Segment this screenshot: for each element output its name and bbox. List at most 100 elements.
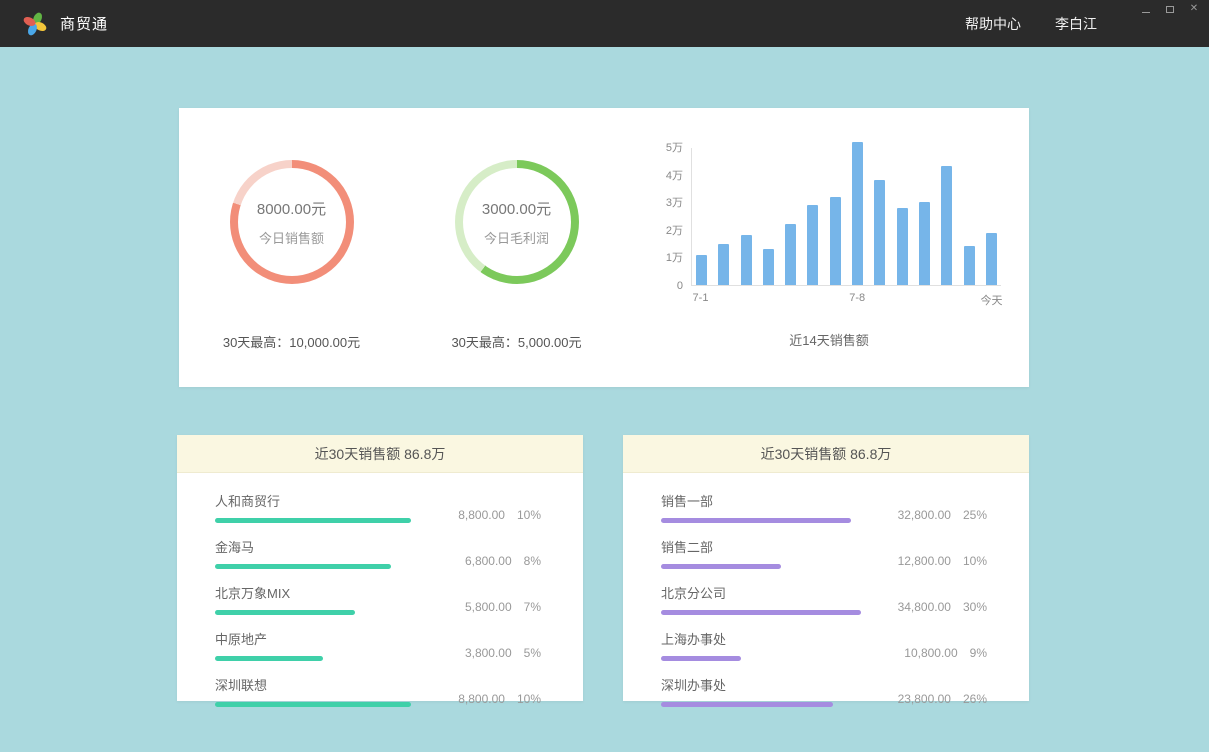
customers-card-body: 人和商贸行 8,800.00 10% 金海马 6,800.00 8% 北京万象MIX 5,80…	[177, 473, 583, 707]
list-item: 中原地产3,800.005%	[215, 629, 541, 661]
y-axis: 01万2万3万4万5万	[657, 148, 691, 286]
sales-trend-section: 01万2万3万4万5万 7-17-8今天 近14天销售额	[629, 108, 1029, 387]
y-tick-label: 5万	[666, 142, 683, 154]
item-amount: 8,800.00	[458, 508, 505, 522]
list-item: 深圳联想 8,800.00 10%	[215, 675, 541, 707]
chart-bar	[852, 142, 863, 286]
item-percent: 10%	[517, 692, 541, 706]
item-progress-bar	[215, 702, 411, 707]
minimize-icon[interactable]	[1139, 3, 1153, 15]
help-center-link[interactable]: 帮助中心	[965, 14, 1021, 34]
item-progress-track	[661, 702, 861, 707]
item-progress-track	[661, 564, 861, 569]
list-item: 人和商贸行 8,800.00 10%	[215, 491, 541, 523]
item-progress-bar	[661, 564, 781, 569]
item-name: 深圳联想	[215, 675, 415, 694]
y-tick-label: 3万	[666, 197, 683, 209]
item-progress-bar	[215, 518, 411, 523]
item-name: 北京万象MIX	[215, 583, 415, 602]
topbar: 商贸通 帮助中心 李白江 ✕	[0, 0, 1209, 47]
today-profit-section: 3000.00元 今日毛利润 30天最高：5,000.00元	[404, 108, 629, 387]
maximize-icon[interactable]	[1163, 3, 1177, 15]
item-name: 金海马	[215, 537, 415, 556]
chart-bar	[919, 202, 930, 285]
today-sales-label: 今日销售额	[259, 228, 324, 247]
item-progress-track	[661, 518, 861, 523]
departments-card-title: 近30天销售额 86.8万	[623, 435, 1029, 473]
item-name: 销售一部	[661, 491, 861, 510]
today-profit-value: 3000.00元	[482, 198, 551, 219]
item-progress-track	[215, 564, 415, 569]
customers-sales-card: 近30天销售额 86.8万 人和商贸行8,800.0010%金海马6,800.0…	[177, 435, 583, 701]
item-percent: 30%	[963, 600, 987, 614]
today-sales-max: 30天最高：10,000.00元	[223, 332, 360, 351]
bar-chart: 01万2万3万4万5万	[657, 148, 1001, 286]
y-tick-label: 0	[677, 280, 683, 292]
x-axis: 7-17-8今天	[691, 286, 1001, 304]
item-progress-track	[215, 518, 415, 523]
item-amount: 10,800.00	[904, 646, 957, 660]
chart-bar	[897, 208, 908, 285]
list-item: 销售二部 12,800.00 10%	[661, 537, 987, 569]
item-percent: 10%	[517, 508, 541, 522]
item-amount: 32,800.00	[898, 508, 951, 522]
x-tick-label: 7-1	[693, 292, 709, 304]
chart-caption: 近14天销售额	[789, 330, 868, 349]
list-item: 销售一部 32,800.00 25%	[661, 491, 987, 523]
chart-bar	[785, 224, 796, 285]
item-percent: 7%	[524, 600, 541, 614]
item-progress-track	[661, 610, 861, 615]
chart-bar	[941, 166, 952, 285]
today-profit-label: 今日毛利润	[484, 228, 549, 247]
x-tick-label: 7-8	[849, 292, 865, 304]
chart-bar	[763, 249, 774, 285]
item-percent: 8%	[524, 554, 541, 568]
chart-bar	[696, 255, 707, 285]
item-amount: 12,800.00	[898, 554, 951, 568]
list-item: 金海马 6,800.00 8%	[215, 537, 541, 569]
item-progress-bar	[661, 610, 861, 615]
departments-sales-card: 近30天销售额 86.8万 销售一部 32,800.00 25% 销售二部 12,800…	[623, 435, 1029, 701]
item-progress-bar	[215, 656, 323, 661]
chart-bar	[986, 233, 997, 285]
item-percent: 25%	[963, 508, 987, 522]
item-amount: 6,800.00	[465, 554, 512, 568]
item-amount: 5,800.00	[465, 600, 512, 614]
today-profit-donut: 3000.00元 今日毛利润	[455, 160, 579, 284]
item-amount: 3,800.00	[465, 646, 512, 660]
y-tick-label: 2万	[666, 225, 683, 237]
item-percent: 10%	[963, 554, 987, 568]
item-amount: 8,800.00	[458, 692, 505, 706]
app-title: 商贸通	[60, 13, 108, 34]
window-controls: ✕	[1139, 3, 1201, 15]
app-logo-icon	[22, 11, 48, 37]
today-sales-donut: 8000.00元 今日销售额	[230, 160, 354, 284]
item-progress-track	[661, 656, 861, 661]
item-progress-bar	[661, 518, 851, 523]
chart-bar	[807, 205, 818, 285]
chart-bar	[830, 197, 841, 285]
today-profit-max: 30天最高：5,000.00元	[451, 332, 581, 351]
item-name: 人和商贸行	[215, 491, 415, 510]
topbar-right: 帮助中心 李白江	[965, 14, 1187, 34]
today-sales-value: 8000.00元	[257, 198, 326, 219]
list-item: 北京万象MIX 5,800.00 7%	[215, 583, 541, 615]
item-progress-track	[215, 656, 415, 661]
item-progress-bar	[661, 656, 741, 661]
item-name: 深圳办事处	[661, 675, 861, 694]
item-name: 上海办事处	[661, 629, 861, 648]
item-progress-bar	[215, 610, 355, 615]
item-amount: 34,800.00	[898, 600, 951, 614]
username-link[interactable]: 李白江	[1055, 14, 1097, 34]
item-amount: 23,800.00	[898, 692, 951, 706]
list-item: 北京分公司34,800.0030%	[661, 583, 987, 615]
chart-bar	[874, 180, 885, 285]
summary-card: 8000.00元 今日销售额 30天最高：10,000.00元 3000.00元…	[179, 108, 1029, 387]
departments-card-body: 销售一部32,800.0025%销售二部12,800.0010%北京分公司34,…	[623, 473, 1029, 707]
close-icon[interactable]: ✕	[1187, 3, 1201, 15]
y-tick-label: 4万	[666, 170, 683, 182]
chart-bar	[741, 235, 752, 285]
item-name: 销售二部	[661, 537, 861, 556]
chart-bar	[964, 246, 975, 285]
item-progress-bar	[215, 564, 391, 569]
